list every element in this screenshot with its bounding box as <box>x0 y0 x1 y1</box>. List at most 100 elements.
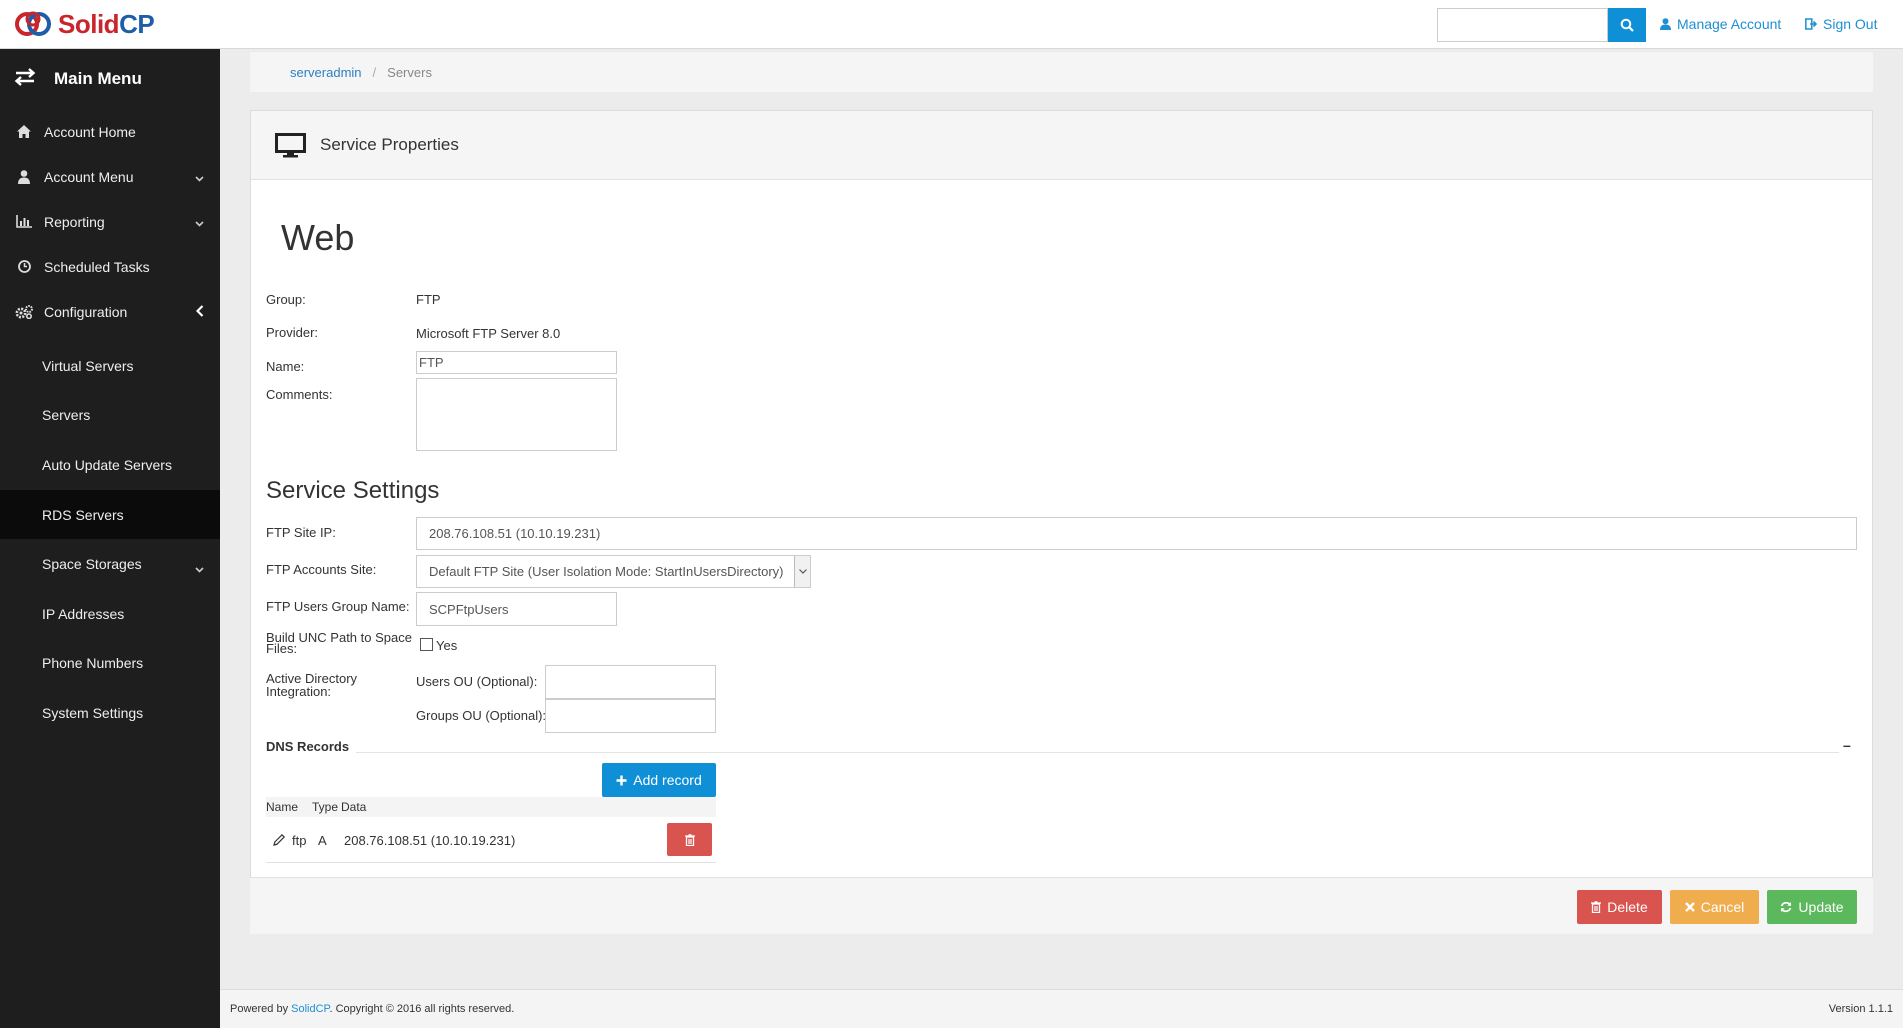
sidebar-item-label: Reporting <box>44 213 105 230</box>
ftp-accounts-site-label: FTP Accounts Site: <box>266 562 377 577</box>
sidebar-item-label: Scheduled Tasks <box>44 258 150 275</box>
breadcrumb: serveradmin / Servers <box>250 52 1873 92</box>
ftp-accounts-site-value: Default FTP Site (User Isolation Mode: S… <box>429 564 784 579</box>
sidebar-sub-ip-addresses[interactable]: IP Addresses <box>0 589 220 639</box>
build-unc-label: Build UNC Path to Space Files: <box>266 631 412 655</box>
sidebar-item-account-menu[interactable]: Account Menu <box>0 154 220 199</box>
plus-icon <box>616 775 627 785</box>
name-label: Name: <box>266 359 305 374</box>
main-menu-title: Main Menu <box>54 69 142 88</box>
solidcp-link[interactable]: SolidCP <box>291 1003 329 1015</box>
breadcrumb-current: Servers <box>387 64 432 80</box>
chevron-down-icon <box>195 169 204 185</box>
sidebar-item-label: Configuration <box>44 303 128 320</box>
sidebar-sub-phone-numbers[interactable]: Phone Numbers <box>0 639 220 689</box>
sidebar-sub-system-settings[interactable]: System Settings <box>0 688 220 738</box>
table-row: ftp A 208.76.108.51 (10.10.19.231) <box>266 817 716 863</box>
sidebar-item-account-home[interactable]: Account Home <box>0 109 220 154</box>
logo-text-solid: Solid <box>58 8 120 39</box>
refresh-icon <box>1781 901 1792 913</box>
bar-chart-icon <box>14 215 34 228</box>
user-icon <box>14 169 34 184</box>
edit-pencil-icon[interactable] <box>272 833 286 850</box>
sidebar-sub-label: Phone Numbers <box>42 655 144 672</box>
sign-out-link[interactable]: Sign Out <box>1805 16 1877 32</box>
swap-arrows-icon <box>14 67 40 91</box>
gears-icon <box>14 304 34 319</box>
dns-collapse-button[interactable]: – <box>1843 737 1851 753</box>
sign-out-icon <box>1805 18 1817 30</box>
close-icon <box>1684 902 1695 912</box>
provider-value: Microsoft FTP Server 8.0 <box>416 326 561 341</box>
group-label: Group: <box>266 292 306 307</box>
name-input[interactable]: FTP <box>416 351 617 374</box>
sidebar-sub-label: System Settings <box>42 704 144 721</box>
sidebar-sub-rds-servers[interactable]: RDS Servers <box>0 489 220 540</box>
cancel-button[interactable]: Cancel <box>1670 890 1759 924</box>
main-menu-toggle[interactable]: Main Menu <box>0 49 220 109</box>
user-icon <box>1660 18 1671 30</box>
logo-text: SolidCP <box>58 8 155 40</box>
add-record-button[interactable]: Add record <box>602 763 716 797</box>
ftp-accounts-site-select[interactable]: Default FTP Site (User Isolation Mode: S… <box>416 555 811 588</box>
powered-prefix: Powered by <box>230 1003 292 1015</box>
chevron-down-icon <box>794 556 810 587</box>
panel-header: Service Properties <box>251 111 1872 180</box>
sidebar-sub-label: Servers <box>42 407 91 424</box>
ftp-site-ip-label: FTP Site IP: <box>266 525 336 540</box>
ad-integration-label: Active Directory Integration: <box>266 672 357 698</box>
page-footer: Powered by SolidCP. Copyright © 2016 all… <box>220 989 1903 1028</box>
search-button[interactable] <box>1608 8 1646 42</box>
groups-ou-input[interactable] <box>545 699 716 733</box>
version-text: Version 1.1.1 <box>1828 1003 1893 1015</box>
build-unc-checkbox[interactable] <box>420 638 433 651</box>
dns-records-heading: DNS Records <box>266 739 350 754</box>
breadcrumb-separator: / <box>372 64 377 80</box>
groups-ou-label: Groups OU (Optional): <box>416 708 547 723</box>
home-icon <box>14 125 34 138</box>
sidebar-item-label: Account Menu <box>44 168 134 185</box>
delete-button[interactable]: Delete <box>1577 890 1662 924</box>
search-input[interactable] <box>1437 8 1608 42</box>
service-properties-panel: Service Properties Web Group: FTP Provid… <box>250 110 1873 934</box>
sidebar-sub-space-storages[interactable]: Space Storages <box>0 539 220 589</box>
delete-record-button[interactable] <box>667 823 712 856</box>
dns-record-name: ftp <box>292 833 307 848</box>
dns-col-data: Data <box>341 800 367 814</box>
panel-title: Service Properties <box>320 135 459 154</box>
cancel-label: Cancel <box>1700 899 1745 915</box>
ftp-site-ip-select[interactable]: 208.76.108.51 (10.10.19.231) <box>416 517 1857 550</box>
ftp-users-group-input[interactable]: SCPFtpUsers <box>416 592 617 626</box>
users-ou-input[interactable] <box>545 665 716 699</box>
monitor-icon <box>275 132 306 157</box>
top-bar: SolidCP Manage Account Sign Out <box>0 0 1903 49</box>
dns-col-type: Type <box>312 800 339 814</box>
manage-account-link[interactable]: Manage Account <box>1660 16 1781 32</box>
comments-textarea[interactable] <box>416 378 617 451</box>
sidebar-item-configuration[interactable]: Configuration <box>0 289 220 334</box>
sidebar-item-label: Account Home <box>44 123 136 140</box>
sign-out-label: Sign Out <box>1823 16 1878 32</box>
provider-label: Provider: <box>266 325 319 340</box>
trash-icon <box>1591 901 1602 913</box>
comments-label: Comments: <box>266 387 333 402</box>
sidebar-sub-label: Virtual Servers <box>42 357 134 374</box>
copyright-text: Powered by SolidCP. Copyright © 2016 all… <box>230 1003 514 1015</box>
sidebar-sub-auto-update-servers[interactable]: Auto Update Servers <box>0 440 220 490</box>
chevron-down-icon <box>195 214 204 230</box>
sidebar-item-scheduled-tasks[interactable]: Scheduled Tasks <box>0 244 220 289</box>
dns-divider <box>356 752 1839 753</box>
sidebar-item-reporting[interactable]: Reporting <box>0 199 220 244</box>
build-unc-yes-label[interactable]: Yes <box>436 638 457 653</box>
solidcp-logo[interactable]: SolidCP <box>14 7 155 41</box>
service-settings-heading: Service Settings <box>266 477 440 504</box>
sidebar-sub-servers[interactable]: Servers <box>0 391 220 441</box>
search-icon <box>1620 18 1634 32</box>
clock-icon <box>14 260 34 273</box>
sidebar: Main Menu Account Home Account Menu Repo… <box>0 49 220 1028</box>
update-button[interactable]: Update <box>1767 890 1857 924</box>
sidebar-sub-label: Space Storages <box>42 556 142 573</box>
sidebar-sub-virtual-servers[interactable]: Virtual Servers <box>0 341 220 391</box>
breadcrumb-root-link[interactable]: serveradmin <box>290 65 362 80</box>
logo-text-cp: CP <box>119 8 155 39</box>
